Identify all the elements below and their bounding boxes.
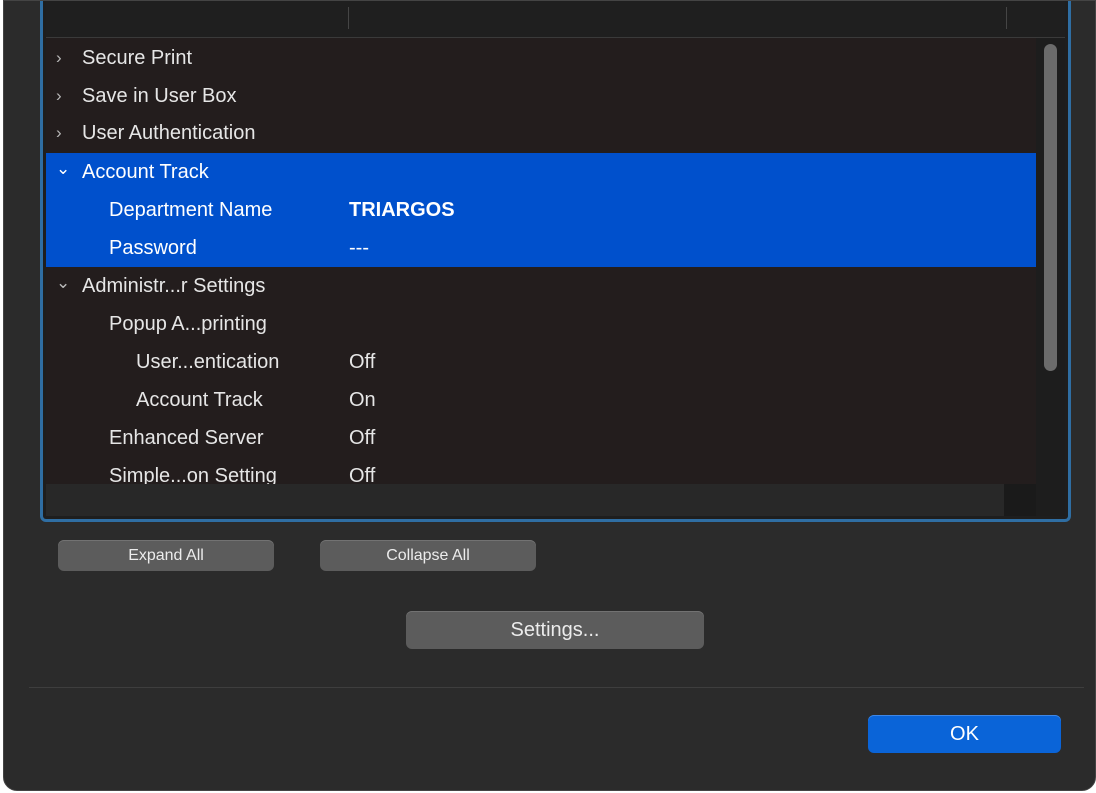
- chevron-right-icon[interactable]: ›: [56, 39, 62, 77]
- row-label: Popup A...printing: [109, 313, 267, 335]
- row-value: TRIARGOS: [349, 199, 455, 221]
- row-label: Account Track: [136, 389, 263, 411]
- ok-button[interactable]: OK: [868, 715, 1061, 753]
- row-label: User Authentication: [82, 122, 256, 144]
- tree-row-account-track[interactable]: ⌄ Account Track: [46, 153, 1036, 191]
- collapse-all-button[interactable]: Collapse All: [320, 540, 536, 571]
- row-value: On: [349, 389, 376, 411]
- divider: [29, 687, 1084, 688]
- row-label: Department Name: [109, 199, 273, 221]
- tree-row-account-track-popup[interactable]: Account Track On: [46, 381, 1036, 419]
- tree-row-administrator-settings[interactable]: ⌄ Administr...r Settings: [46, 267, 1036, 305]
- row-label: Secure Print: [82, 47, 193, 69]
- table-header: [46, 1, 1065, 38]
- chevron-down-icon[interactable]: ⌄: [56, 264, 70, 302]
- tree-row-simple-setting[interactable]: Simple...on Setting Off: [46, 457, 1036, 484]
- tree-row-department-name[interactable]: Department Name TRIARGOS: [46, 191, 1036, 229]
- chevron-right-icon[interactable]: ›: [56, 114, 62, 152]
- tree-row-popup-printing[interactable]: Popup A...printing: [46, 305, 1036, 343]
- settings-button[interactable]: Settings...: [406, 611, 704, 649]
- column-divider[interactable]: [1006, 7, 1007, 29]
- row-label: Account Track: [82, 161, 209, 183]
- row-label: Administr...r Settings: [82, 275, 266, 297]
- row-label: Save in User Box: [82, 85, 237, 107]
- scrollbar-thumb[interactable]: [1044, 44, 1057, 371]
- vertical-scrollbar[interactable]: [1036, 38, 1065, 516]
- tree-row-save-in-user-box[interactable]: › Save in User Box: [46, 77, 1036, 115]
- row-value: Off: [349, 351, 376, 373]
- tree-row-enhanced-server[interactable]: Enhanced Server Off: [46, 419, 1036, 457]
- row-value: ---: [349, 237, 369, 259]
- tree-row-secure-print[interactable]: › Secure Print: [46, 39, 1036, 77]
- row-label: Simple...on Setting: [109, 465, 277, 484]
- column-divider[interactable]: [348, 7, 349, 29]
- row-label: User...entication: [136, 351, 280, 373]
- chevron-right-icon[interactable]: ›: [56, 77, 62, 115]
- tree-row-password[interactable]: Password ---: [46, 229, 1036, 267]
- settings-tree-table: › Secure Print › Save in User Box › User…: [40, 1, 1071, 522]
- chevron-down-icon[interactable]: ⌄: [56, 150, 70, 188]
- tree-row-user-authentication-popup[interactable]: User...entication Off: [46, 343, 1036, 381]
- horizontal-scrollbar-area[interactable]: [46, 484, 1004, 516]
- row-label: Password: [109, 237, 197, 259]
- scrollbar-corner: [1004, 484, 1036, 516]
- row-label: Enhanced Server: [109, 427, 264, 449]
- row-value: Off: [349, 427, 376, 449]
- expand-all-button[interactable]: Expand All: [58, 540, 274, 571]
- row-value: Off: [349, 465, 376, 484]
- tree-rows[interactable]: › Secure Print › Save in User Box › User…: [46, 38, 1036, 484]
- tree-row-user-authentication[interactable]: › User Authentication: [46, 114, 1036, 152]
- print-settings-dialog: › Secure Print › Save in User Box › User…: [3, 0, 1096, 791]
